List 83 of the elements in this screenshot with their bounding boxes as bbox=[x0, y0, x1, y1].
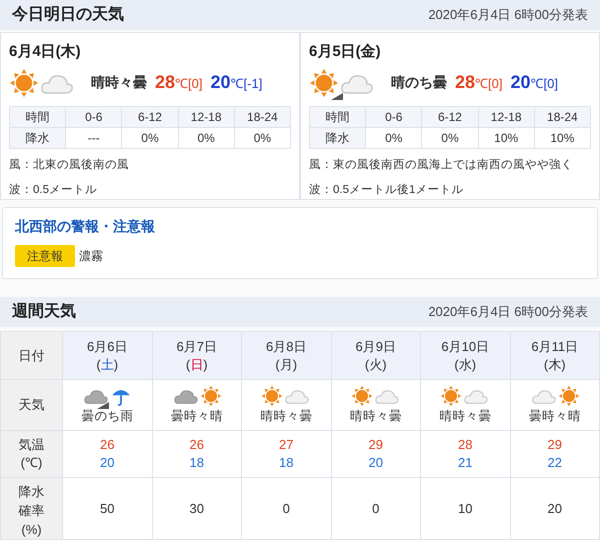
table-header: 18-24 bbox=[534, 106, 590, 127]
low-temp: 18 bbox=[279, 455, 294, 470]
issued-time: 2020年6月4日 6時00分発表 bbox=[428, 6, 588, 24]
precip-value: 50 bbox=[100, 500, 114, 516]
weekday-text: (日) bbox=[186, 356, 208, 372]
wave-text: 波：0.5メートル後1メートル bbox=[309, 182, 464, 198]
date-text: 6月9日 bbox=[356, 338, 396, 354]
date-text: 6月11日 bbox=[531, 338, 578, 354]
table-cell: 0% bbox=[366, 127, 422, 148]
high-temp: 26 bbox=[100, 437, 114, 452]
warning-text: 濃霧 bbox=[79, 248, 103, 265]
wind-text: 風：東の風後南西の風海上では南西の風やや強く bbox=[309, 158, 574, 172]
table-cell: 0% bbox=[422, 127, 478, 148]
table-cell: --- bbox=[66, 127, 122, 148]
table-header: 降水 bbox=[10, 127, 66, 148]
table-cell: 0% bbox=[178, 127, 234, 148]
precip-value: 20 bbox=[548, 500, 562, 516]
warning-title[interactable]: 北西部の警報・注意報 bbox=[15, 216, 585, 237]
table-cell: 10% bbox=[534, 127, 590, 148]
high-temp: 27 bbox=[279, 437, 294, 452]
table-header: 12-18 bbox=[178, 106, 234, 127]
weather-summary: 曇のち雨 bbox=[81, 408, 134, 425]
table-header: 0-6 bbox=[366, 106, 422, 127]
low-temp-diff: ℃[0] bbox=[530, 75, 558, 93]
warning-badge: 注意報 bbox=[15, 245, 75, 267]
table-header: 12-18 bbox=[478, 106, 534, 127]
low-temp: 18 bbox=[190, 455, 204, 470]
weather-summary: 晴時々曇 bbox=[91, 73, 147, 92]
table-header: 6-12 bbox=[422, 106, 478, 127]
table-header: 6-12 bbox=[122, 106, 178, 127]
date-text: 6月10日 bbox=[441, 338, 490, 354]
issued-time: 2020年6月4日 6時00分発表 bbox=[428, 303, 588, 322]
low-temp: 20 bbox=[100, 455, 114, 470]
table-header: 時間 bbox=[10, 106, 66, 127]
high-temp: 29 bbox=[368, 437, 383, 452]
weather-summary: 曇時々晴 bbox=[528, 408, 581, 425]
table-cell: 0% bbox=[122, 127, 178, 148]
date-text: 6月8日 bbox=[266, 338, 306, 354]
wind-text: 風：北東の風後南の風 bbox=[9, 158, 130, 172]
section-title: 今日明日の天気 bbox=[12, 4, 124, 25]
row-header: 天気 bbox=[18, 397, 44, 412]
precip-value: 30 bbox=[190, 500, 204, 516]
weather-summary: 晴時々曇 bbox=[350, 408, 402, 425]
weather-summary: 晴のち曇 bbox=[391, 73, 447, 92]
wave-text: 波：0.5メートル bbox=[9, 182, 98, 198]
precip-value: 10 bbox=[458, 500, 472, 516]
low-temp: 20 bbox=[210, 71, 231, 94]
low-temp-diff: ℃[-1] bbox=[230, 75, 262, 93]
weather-summary: 晴時々曇 bbox=[260, 408, 312, 425]
table-cell: 10% bbox=[478, 127, 534, 148]
table-header: 0-6 bbox=[66, 106, 122, 127]
high-temp-diff: ℃[0] bbox=[475, 75, 502, 93]
precip-value: 0 bbox=[372, 500, 380, 516]
precip-value: 0 bbox=[282, 500, 290, 516]
high-temp: 26 bbox=[190, 437, 204, 452]
date-text: 6月7日 bbox=[176, 338, 217, 354]
weekday-text: (土) bbox=[96, 356, 118, 372]
table-header: 18-24 bbox=[234, 106, 290, 127]
high-temp: 29 bbox=[548, 437, 562, 452]
low-temp: 20 bbox=[368, 455, 383, 470]
weather-summary: 曇時々晴 bbox=[170, 408, 223, 425]
row-header: 日付 bbox=[18, 348, 44, 363]
high-temp: 28 bbox=[155, 71, 176, 94]
section-title: 週間天気 bbox=[12, 302, 76, 322]
table-header: 降水 bbox=[310, 127, 366, 148]
card-date: 6月4日(木) bbox=[9, 42, 82, 62]
low-temp: 21 bbox=[458, 455, 472, 470]
weekday-text: (水) bbox=[454, 356, 476, 372]
weekday-text: (月) bbox=[275, 356, 298, 372]
date-text: 6月6日 bbox=[87, 338, 128, 354]
row-header: 気温 (℃) bbox=[18, 437, 44, 470]
table-cell: 0% bbox=[234, 127, 290, 148]
table-header: 時間 bbox=[310, 106, 366, 127]
low-temp: 22 bbox=[548, 455, 562, 470]
high-temp-diff: ℃[0] bbox=[175, 75, 202, 93]
high-temp: 28 bbox=[458, 437, 472, 452]
weather-summary: 晴時々曇 bbox=[439, 408, 492, 425]
card-date: 6月5日(金) bbox=[309, 42, 382, 62]
low-temp: 20 bbox=[510, 71, 531, 94]
weekday-text: (木) bbox=[544, 356, 566, 372]
weekday-text: (火) bbox=[364, 356, 387, 372]
high-temp: 28 bbox=[455, 71, 476, 94]
row-header: 降水 確率 (%) bbox=[18, 484, 44, 537]
